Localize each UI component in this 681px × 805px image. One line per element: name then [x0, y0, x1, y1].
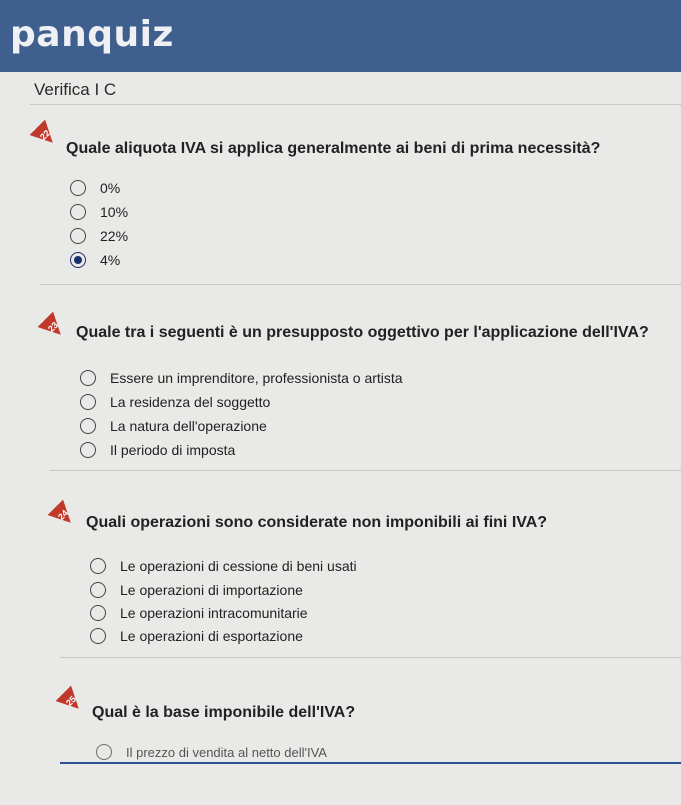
answer-option[interactable]: Le operazioni di importazione: [90, 582, 303, 598]
radio-button[interactable]: [96, 744, 112, 760]
option-label: Il periodo di imposta: [110, 442, 236, 458]
quiz-title: Verifica I C: [34, 80, 117, 99]
question-number-badge: 25: [55, 685, 86, 716]
option-label: Le operazioni intracomunitarie: [120, 605, 308, 621]
option-label: 4%: [100, 252, 121, 268]
option-label: Le operazioni di esportazione: [120, 628, 303, 644]
answer-option[interactable]: Il periodo di imposta: [80, 442, 235, 458]
answer-option[interactable]: Le operazioni intracomunitarie: [90, 605, 308, 621]
radio-button[interactable]: [80, 370, 96, 386]
option-label: 22%: [100, 228, 129, 244]
divider: [30, 104, 681, 105]
option-label: Essere un imprenditore, professionista o…: [110, 370, 403, 386]
question-number-badge: 23: [37, 311, 68, 342]
answer-option[interactable]: La residenza del soggetto: [80, 394, 270, 410]
answer-option[interactable]: 22%: [70, 228, 128, 244]
brand-logo: panquiz: [10, 14, 174, 55]
question-text: Quali operazioni sono considerate non im…: [86, 514, 548, 531]
answer-option[interactable]: 10%: [70, 204, 128, 220]
divider: [60, 657, 681, 658]
answer-option[interactable]: Essere un imprenditore, professionista o…: [80, 370, 403, 386]
scroll-indicator-line: [60, 762, 681, 764]
radio-button[interactable]: [80, 418, 96, 434]
answer-option[interactable]: 0%: [70, 180, 120, 196]
question-text: Quale aliquota IVA si applica generalmen…: [66, 140, 601, 157]
radio-button[interactable]: [90, 582, 106, 598]
answer-option-selected[interactable]: 4%: [70, 252, 120, 268]
answer-option[interactable]: Le operazioni di esportazione: [90, 628, 303, 644]
radio-button[interactable]: [70, 204, 86, 220]
question-text: Quale tra i seguenti è un presupposto og…: [76, 324, 649, 341]
question-number-badge: 24: [47, 499, 78, 530]
radio-button[interactable]: [70, 180, 86, 196]
radio-button[interactable]: [90, 628, 106, 644]
radio-button-selected[interactable]: [70, 252, 86, 268]
option-label: La residenza del soggetto: [110, 394, 271, 410]
divider: [40, 284, 681, 285]
option-label: 10%: [100, 204, 129, 220]
option-label: Le operazioni di cessione di beni usati: [120, 558, 357, 574]
question-number-badge: 22: [29, 119, 60, 150]
question-text: Qual è la base imponibile dell'IVA?: [92, 704, 356, 721]
option-label: Il prezzo di vendita al netto dell'IVA: [126, 744, 327, 760]
option-label: 0%: [100, 180, 121, 196]
option-label: Le operazioni di importazione: [120, 582, 303, 598]
app-header: panquiz: [0, 0, 681, 72]
radio-button[interactable]: [90, 558, 106, 574]
radio-button[interactable]: [80, 394, 96, 410]
radio-button[interactable]: [90, 605, 106, 621]
answer-option[interactable]: Le operazioni di cessione di beni usati: [90, 558, 357, 574]
option-label: La natura dell'operazione: [110, 418, 267, 434]
radio-button[interactable]: [80, 442, 96, 458]
answer-option[interactable]: La natura dell'operazione: [80, 418, 267, 434]
divider: [50, 470, 681, 471]
radio-button[interactable]: [70, 228, 86, 244]
answer-option[interactable]: Il prezzo di vendita al netto dell'IVA: [96, 744, 327, 760]
